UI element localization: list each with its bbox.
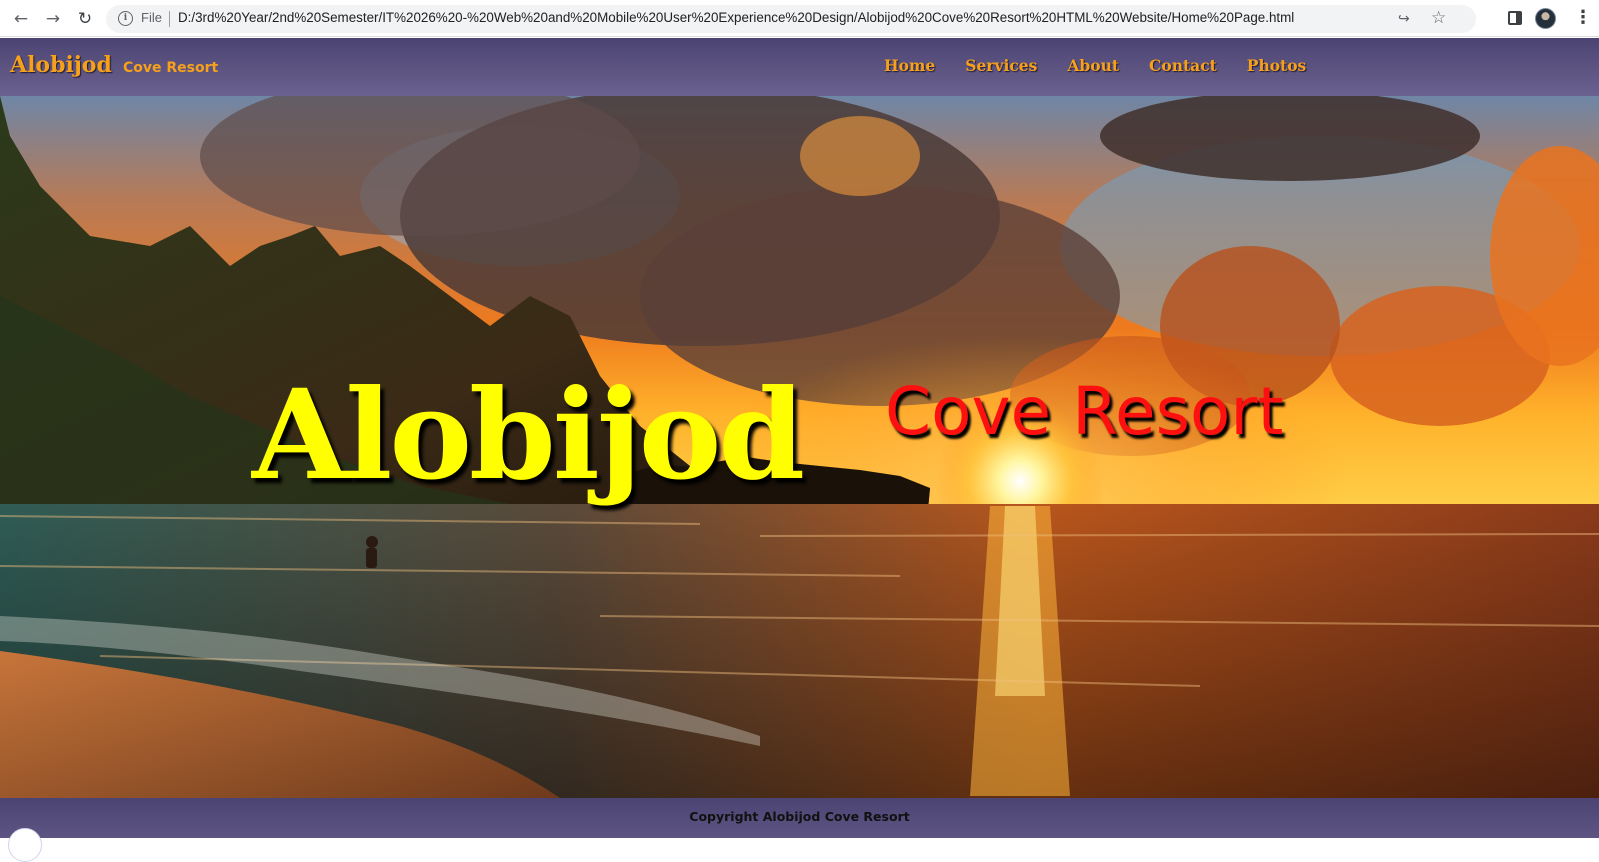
hero-title: Alobijod <box>252 363 805 508</box>
back-icon[interactable]: ← <box>8 6 34 32</box>
profile-avatar[interactable] <box>1535 8 1556 29</box>
hero-subtitle: Cove Resort <box>885 373 1284 450</box>
address-bar[interactable]: i File D:/3rd%20Year/2nd%20Semester/IT%2… <box>106 5 1476 33</box>
info-icon[interactable]: i <box>118 11 133 26</box>
reload-icon[interactable]: ↻ <box>72 6 98 32</box>
menu-icon[interactable]: ⋮ <box>1574 5 1592 31</box>
corner-widget-icon[interactable] <box>8 828 42 862</box>
brand-subtitle: Cove Resort <box>122 60 219 76</box>
site-header: Alobijod Cove Resort Home Services About… <box>0 38 1599 96</box>
hero-section: Alobijod Cove Resort <box>0 96 1599 798</box>
url-scheme-label: File <box>141 10 162 25</box>
bookmark-star-icon[interactable]: ☆ <box>1431 8 1446 28</box>
url-text[interactable]: D:/3rd%20Year/2nd%20Semester/IT%2026%20-… <box>178 10 1294 25</box>
site-logo[interactable]: Alobijod Cove Resort <box>10 52 218 78</box>
nav-contact[interactable]: Contact <box>1149 56 1217 75</box>
copyright-text: Copyright Alobijod Cove Resort <box>689 809 910 824</box>
brand-name: Alobijod <box>10 52 112 78</box>
nav-home[interactable]: Home <box>884 56 935 75</box>
browser-toolbar: ← → ↻ i File D:/3rd%20Year/2nd%20Semeste… <box>0 0 1599 37</box>
nav-photos[interactable]: Photos <box>1247 56 1307 75</box>
forward-icon[interactable]: → <box>40 6 66 32</box>
main-nav: Home Services About Contact Photos <box>884 56 1306 75</box>
nav-about[interactable]: About <box>1067 56 1119 75</box>
side-panel-icon[interactable] <box>1508 11 1522 25</box>
nav-services[interactable]: Services <box>965 56 1037 75</box>
share-icon[interactable]: ↪ <box>1398 11 1410 27</box>
site-footer: Copyright Alobijod Cove Resort <box>0 798 1599 862</box>
scheme-divider <box>169 11 170 27</box>
